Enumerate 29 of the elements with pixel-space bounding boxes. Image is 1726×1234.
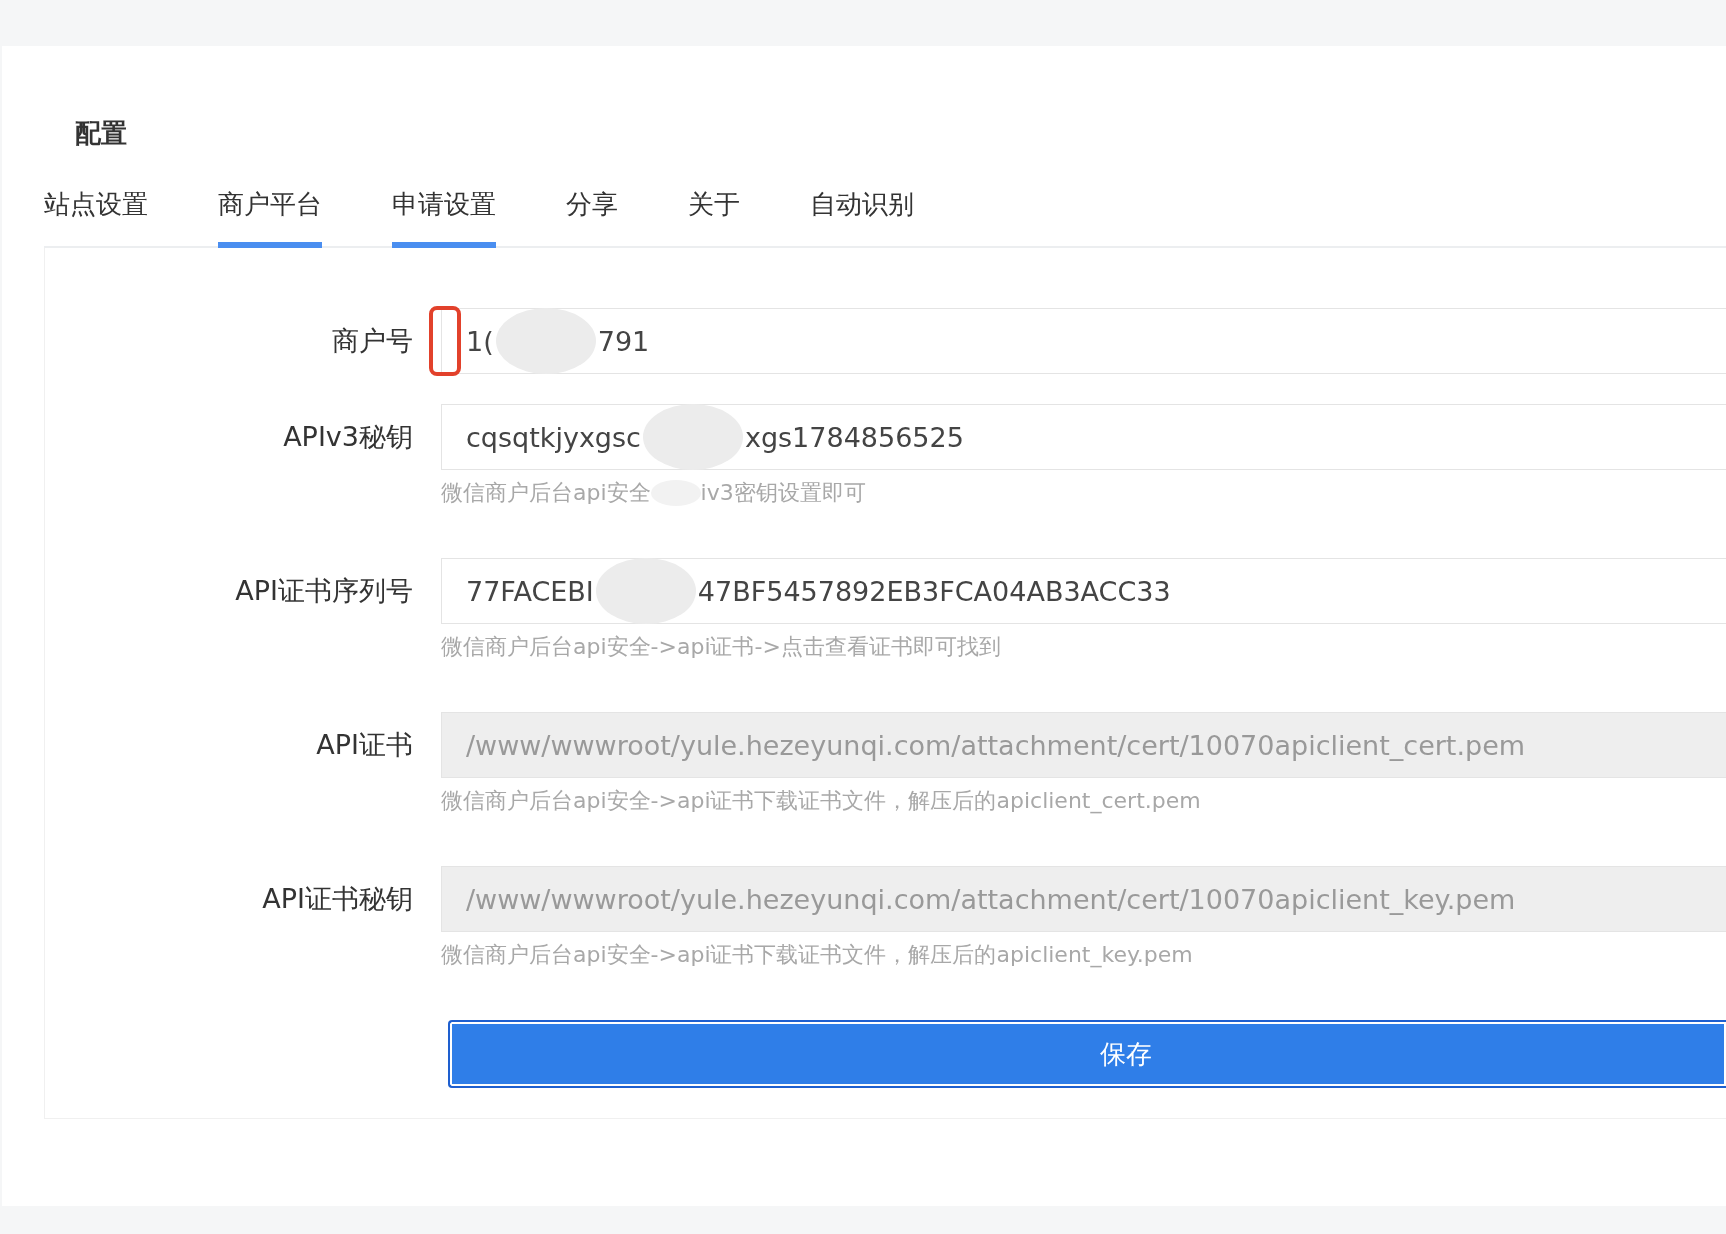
field-value: xgs1784856525 bbox=[744, 421, 964, 453]
input-field[interactable]: 77FACEBI 47BF5457892EB3FCA04AB3ACC33 bbox=[441, 558, 1726, 624]
page-title: 配置 bbox=[75, 117, 128, 150]
field-label: API证书秘钥 bbox=[261, 882, 413, 916]
field-value: 77FACEBI bbox=[466, 575, 594, 607]
tab[interactable]: 自动识别 bbox=[810, 187, 914, 248]
save-button[interactable]: 保存 bbox=[448, 1020, 1726, 1088]
field-label: API证书序列号 bbox=[234, 574, 413, 608]
input-field[interactable]: 1( 791 bbox=[441, 308, 1726, 374]
tab[interactable]: 申请设置 bbox=[392, 187, 496, 248]
tab[interactable]: 商户平台 bbox=[218, 187, 322, 248]
tab[interactable]: 站点设置 bbox=[44, 187, 148, 248]
field-hint: 微信商户后台api安全->api证书下载证书文件，解压后的apiclient_key.pem bbox=[441, 941, 1193, 970]
field-hint: iv3密钥设置即可 bbox=[700, 479, 866, 507]
field-value: /www/wwwroot/yule.hezeyunqi.com/attachment/cert/10070apiclient_cert.pem bbox=[466, 729, 1526, 761]
field-label: API证书 bbox=[315, 728, 413, 762]
field-hint: 微信商户后台api安全 bbox=[441, 479, 651, 507]
field-hint: 微信商户后台api安全->api证书下载证书文件，解压后的apiclient_cert.pem bbox=[441, 787, 1201, 816]
field-value: /www/wwwroot/yule.hezeyunqi.com/attachment/cert/10070apiclient_key.pem bbox=[466, 883, 1516, 915]
field-hint: 微信商户后台api安全->api证书->点击查看证书即可找到 bbox=[441, 633, 1001, 661]
field-value: 791 bbox=[597, 325, 650, 357]
tab[interactable]: 分享 bbox=[566, 187, 618, 248]
field-value: 1( bbox=[466, 325, 494, 357]
field-value: 47BF5457892EB3FCA04AB3ACC33 bbox=[697, 575, 1171, 607]
input-field[interactable]: cqsqtkjyxgsc xgs1784856525 bbox=[441, 404, 1726, 470]
tab[interactable]: 关于 bbox=[688, 187, 740, 248]
field-label: 商户号 bbox=[331, 324, 413, 358]
field-value: cqsqtkjyxgsc bbox=[466, 421, 641, 453]
field-label: APIv3秘钥 bbox=[282, 420, 413, 454]
